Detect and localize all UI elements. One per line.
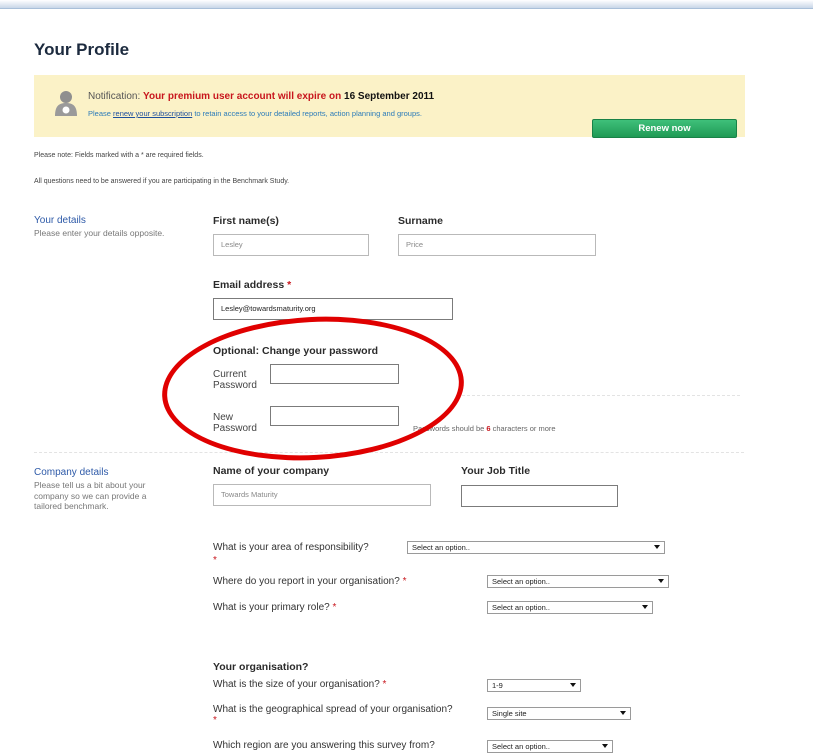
- role-select-value: Select an option..: [492, 603, 550, 612]
- organisation-heading: Your organisation?: [213, 661, 309, 673]
- your-details-heading: Your details: [34, 215, 86, 226]
- responsibility-select-value: Select an option..: [412, 543, 470, 552]
- company-details-heading: Company details: [34, 467, 109, 478]
- first-name-label: First name(s): [213, 215, 279, 227]
- new-password-input[interactable]: [270, 406, 399, 426]
- spread-question-text: What is the geographical spread of your …: [213, 704, 453, 715]
- company-name-label: Name of your company: [213, 465, 330, 477]
- notification-message: Your premium user account will expire on: [143, 91, 345, 102]
- password-hint-end: characters or more: [490, 424, 556, 433]
- email-input[interactable]: Lesley@towardsmaturity.org: [213, 298, 453, 320]
- required-marker: *: [287, 279, 292, 291]
- company-name-input[interactable]: Towards Maturity: [213, 484, 431, 506]
- report-select-value: Select an option..: [492, 577, 550, 586]
- region-select-value: Select an option..: [492, 742, 550, 751]
- chevron-down-icon: [620, 711, 626, 715]
- size-question-text: What is the size of your organisation?: [213, 679, 380, 690]
- spread-select[interactable]: Single site: [487, 707, 631, 720]
- renew-now-button[interactable]: Renew now: [592, 119, 737, 138]
- spread-select-value: Single site: [492, 709, 527, 718]
- divider: [462, 395, 740, 396]
- required-marker: *: [213, 555, 217, 566]
- expiry-date: 16 September 2011: [344, 91, 435, 102]
- notification-line2-start: Please: [88, 109, 114, 118]
- notification-line1: Notification: Your premium user account …: [88, 91, 434, 102]
- top-bar: [0, 0, 813, 9]
- first-name-input[interactable]: Lesley: [213, 234, 369, 256]
- email-label-text: Email address: [213, 279, 285, 291]
- notification-line2-end: to retain access to your detailed report…: [192, 109, 422, 118]
- user-avatar-icon: [55, 91, 77, 116]
- email-label: Email address *: [213, 279, 291, 291]
- job-title-input[interactable]: [461, 485, 618, 507]
- required-marker: *: [382, 679, 387, 690]
- renew-subscription-link[interactable]: renew your subscription: [113, 109, 192, 118]
- region-select[interactable]: Select an option..: [487, 740, 613, 753]
- size-question: What is the size of your organisation? *: [213, 679, 386, 690]
- chevron-down-icon: [602, 744, 608, 748]
- new-password-label: New Password: [213, 412, 257, 434]
- page-title: Your Profile: [34, 40, 130, 59]
- chevron-down-icon: [658, 579, 664, 583]
- current-password-input[interactable]: [270, 364, 399, 384]
- section-divider: [34, 452, 744, 453]
- responsibility-question: What is your area of responsibility?: [213, 542, 369, 553]
- password-hint: Passwords should be 6 characters or more: [413, 424, 556, 433]
- notification-prefix: Notification:: [88, 91, 144, 102]
- chevron-down-icon: [654, 545, 660, 549]
- surname-label: Surname: [398, 215, 443, 227]
- notification-banner: Notification: Your premium user account …: [34, 75, 745, 138]
- chevron-down-icon: [642, 605, 648, 609]
- change-password-heading: Optional: Change your password: [213, 345, 379, 357]
- report-select[interactable]: Select an option..: [487, 575, 669, 588]
- required-marker: *: [402, 576, 407, 587]
- role-question-text: What is your primary role?: [213, 602, 330, 613]
- notification-line2: Please renew your subscription to retain…: [88, 109, 422, 118]
- report-question-text: Where do you report in your organisation…: [213, 576, 400, 587]
- size-select[interactable]: 1-9: [487, 679, 581, 692]
- report-question: Where do you report in your organisation…: [213, 576, 406, 587]
- region-question: Which region are you answering this surv…: [213, 740, 435, 751]
- spread-question: What is the geographical spread of your …: [213, 704, 453, 726]
- size-select-value: 1-9: [492, 681, 503, 690]
- required-marker: *: [213, 715, 217, 726]
- responsibility-select[interactable]: Select an option..: [407, 541, 665, 554]
- chevron-down-icon: [570, 683, 576, 687]
- company-details-description: Please tell us a bit about your company …: [34, 480, 147, 511]
- role-question: What is your primary role? *: [213, 602, 336, 613]
- role-select[interactable]: Select an option..: [487, 601, 653, 614]
- password-hint-start: Passwords should be: [413, 424, 487, 433]
- red-highlight-circle: [158, 309, 468, 468]
- benchmark-note: All questions need to be answered if you…: [34, 178, 290, 185]
- your-details-description: Please enter your details opposite.: [34, 228, 165, 238]
- current-password-label: Current Password: [213, 369, 257, 391]
- required-fields-note: Please note: Fields marked with a * are …: [34, 152, 204, 159]
- job-title-label: Your Job Title: [461, 465, 531, 477]
- required-marker: *: [332, 602, 337, 613]
- surname-input[interactable]: Price: [398, 234, 596, 256]
